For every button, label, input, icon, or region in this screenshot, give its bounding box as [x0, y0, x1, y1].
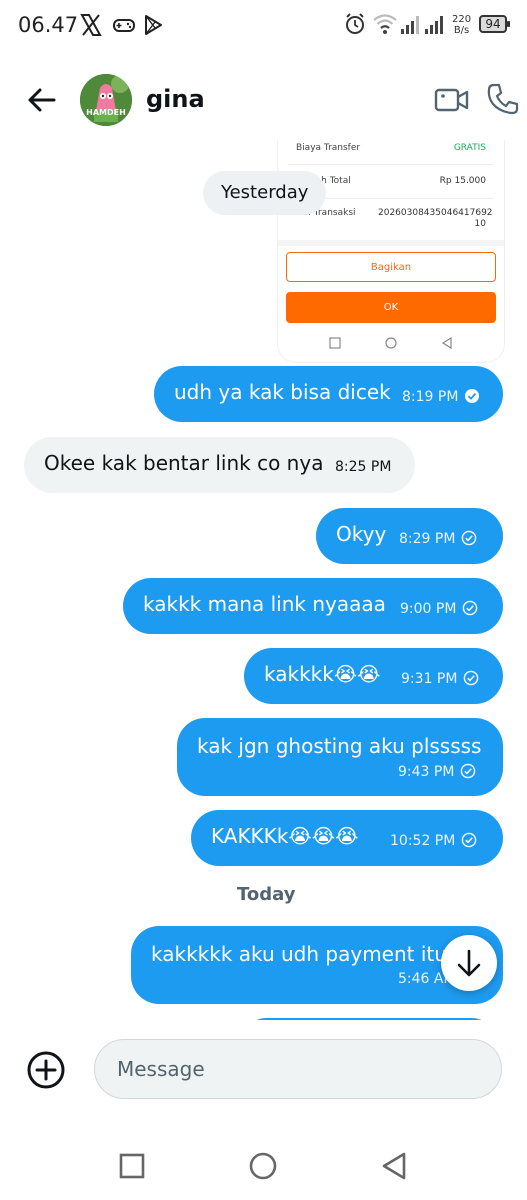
receipt-row: No. Transaksi 20260308435046417692 10: [296, 208, 493, 229]
message-bubble-outgoing[interactable]: KAKKKk😭😭😭 10:52 PM: [191, 810, 503, 866]
message-bubble-outgoing[interactable]: kakkkk😭😭 9:31 PM: [244, 648, 503, 704]
battery-indicator: 94: [479, 15, 510, 33]
message-time: 9:00 PM: [400, 601, 457, 617]
message-text: kakkkk😭😭: [264, 662, 381, 686]
recent-apps-icon[interactable]: [116, 1150, 148, 1182]
message-time: 8:29 PM: [399, 531, 456, 547]
message-bubble-outgoing[interactable]: [244, 1018, 494, 1020]
alarm-icon: [346, 13, 364, 34]
receipt-row-value: GRATIS: [453, 143, 486, 153]
sent-check-icon: [462, 832, 477, 848]
sent-check-icon: [464, 670, 479, 686]
network-speed-value: 220: [452, 14, 472, 25]
scroll-to-bottom-button[interactable]: [441, 935, 497, 991]
home-icon[interactable]: [247, 1150, 279, 1182]
phone-icon[interactable]: [486, 82, 520, 116]
network-speed: 220 B/s: [452, 14, 471, 36]
message-list[interactable]: Biaya Transfer GRATIS Jumlah Total Rp 15…: [0, 140, 527, 1020]
receipt-row-value: 20260308435046417692 10: [378, 208, 493, 229]
read-check-icon: [465, 389, 480, 403]
message-text: kak jgn ghosting aku plsssss: [197, 734, 482, 758]
message-text: udh ya kak bisa dicek: [174, 380, 391, 404]
message-time: 8:19 PM: [402, 389, 459, 405]
video-call-icon[interactable]: [434, 84, 470, 116]
circle-icon: [385, 337, 397, 349]
arrow-down-icon: [457, 949, 481, 977]
wifi-icon: [373, 14, 397, 34]
add-attachment-icon[interactable]: [26, 1050, 66, 1090]
message-meta: 8:19 PM: [402, 388, 480, 405]
signal-icon: [425, 16, 443, 34]
message-meta: 8:25 PM: [335, 459, 391, 475]
sent-check-icon: [462, 530, 477, 546]
sent-check-icon: [463, 600, 478, 616]
receipt-row: Biaya Transfer GRATIS: [296, 143, 486, 153]
message-meta: 9:00 PM: [400, 600, 478, 617]
message-text: kakkk mana link nyaaaa: [143, 592, 386, 616]
receipt-row-label: Biaya Transfer: [296, 143, 361, 153]
message-time: 10:52 PM: [390, 833, 456, 849]
back-arrow-icon[interactable]: [24, 82, 60, 118]
square-icon: [329, 337, 341, 349]
message-time: 9:31 PM: [401, 671, 458, 687]
message-text: Okyy: [336, 522, 387, 546]
message-meta: 8:29 PM: [399, 530, 477, 547]
message-bubble-outgoing[interactable]: kakkk mana link nyaaaa 9:00 PM: [123, 578, 503, 634]
message-meta: 9:31 PM: [401, 670, 479, 687]
message-bubble-outgoing[interactable]: kak jgn ghosting aku plsssss 9:43 PM: [177, 718, 503, 796]
chat-header: HAMDEH gina: [0, 60, 527, 140]
receipt-share-button: Bagikan: [286, 252, 496, 282]
avatar[interactable]: HAMDEH: [80, 74, 132, 126]
status-bar: 06.47 220 B/s 94: [0, 0, 527, 56]
message-text: Okee kak bentar link co nya: [44, 451, 324, 475]
message-time: 9:43 PM: [398, 764, 455, 780]
sent-check-icon: [461, 763, 476, 779]
play-store-icon: [145, 15, 162, 35]
message-bubble-outgoing[interactable]: Okyy 8:29 PM: [316, 508, 503, 564]
avatar-label: HAMDEH: [86, 108, 126, 117]
message-meta: 9:43 PM: [398, 763, 476, 780]
message-time: 8:25 PM: [335, 459, 392, 475]
message-text: kakkkkk aku udh payment itu: [151, 942, 447, 966]
system-navigation-bar: [0, 1130, 527, 1200]
status-time: 06.47: [18, 13, 79, 37]
message-input[interactable]: [94, 1039, 502, 1099]
triangle-icon: [441, 336, 452, 350]
message-composer: [0, 1030, 527, 1110]
receipt-ok-button: OK: [286, 292, 496, 323]
avatar-image: [80, 74, 132, 126]
x-logo-icon: [80, 14, 102, 36]
back-icon[interactable]: [378, 1150, 410, 1182]
date-separator-today: Today: [237, 884, 296, 905]
gamepad-icon: [113, 19, 135, 32]
contact-name[interactable]: gina: [146, 85, 205, 113]
message-meta: 10:52 PM: [390, 832, 477, 849]
divider: [288, 164, 494, 165]
message-text: KAKKKk😭😭😭: [211, 824, 359, 848]
message-bubble-incoming[interactable]: Okee kak bentar link co nya 8:25 PM: [24, 437, 415, 493]
date-separator-yesterday: Yesterday: [203, 171, 327, 215]
message-bubble-outgoing[interactable]: udh ya kak bisa dicek 8:19 PM: [154, 366, 503, 422]
network-speed-unit: B/s: [453, 25, 470, 36]
signal-icon: [401, 16, 419, 34]
receipt-row-value: Rp 15.000: [439, 176, 486, 186]
divider: [278, 240, 504, 246]
